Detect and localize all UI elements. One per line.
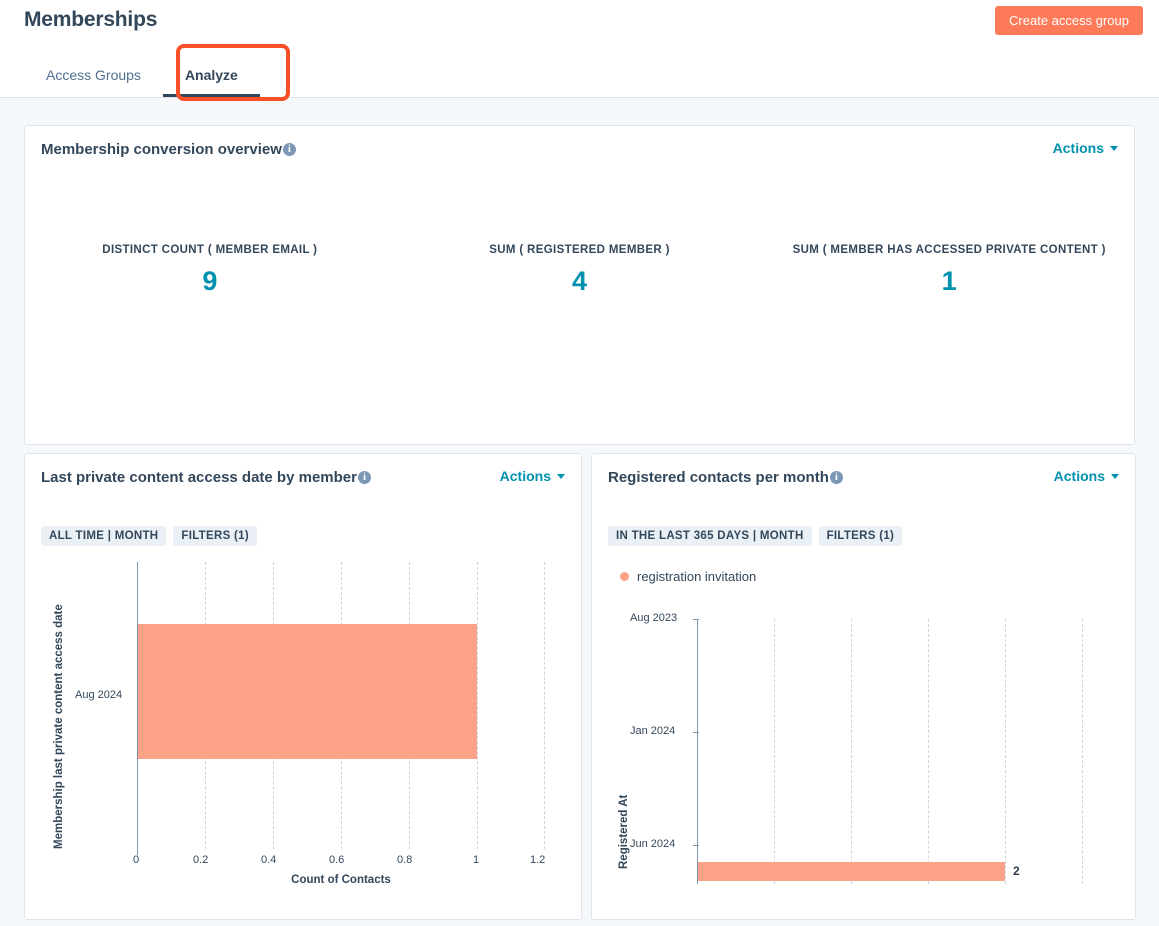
right-chart-y-tick-1: Jan 2024 (630, 725, 676, 737)
right-actions-dropdown[interactable]: Actions (1054, 468, 1119, 484)
left-actions-dropdown[interactable]: Actions (500, 468, 565, 484)
create-access-group-button[interactable]: Create access group (995, 6, 1143, 35)
left-card-title-text: Last private content access date by memb… (41, 469, 357, 486)
tab-analyze[interactable]: Analyze (162, 53, 260, 97)
legend-color-swatch (620, 572, 629, 581)
tickmark (693, 619, 699, 620)
gridline (1082, 619, 1083, 884)
right-chart-plot: 2 (693, 619, 1087, 884)
right-chart-y-tick-0: Aug 2023 (630, 612, 678, 624)
registered-contacts-per-month-card: Registered contacts per month i Actions … (591, 453, 1136, 920)
legend-label: registration invitation (637, 569, 757, 584)
chevron-down-icon (1110, 145, 1118, 151)
metric-label: SUM ( REGISTERED MEMBER ) (489, 244, 670, 256)
overview-card-title-text: Membership conversion overview (41, 141, 282, 158)
badge-date-range[interactable]: ALL TIME | MONTH (41, 526, 167, 546)
left-chart-x-tick-4: 0.8 (397, 854, 413, 866)
info-icon[interactable]: i (357, 471, 371, 484)
metrics-row: DISTINCT COUNT ( MEMBER EMAIL ) 9 SUM ( … (25, 244, 1134, 297)
badge-date-range[interactable]: IN THE LAST 365 DAYS | MONTH (608, 526, 812, 546)
info-icon[interactable]: i (282, 143, 296, 156)
page-header: Memberships Create access group Access G… (0, 0, 1159, 101)
left-chart-y-axis-title: Membership last private content access d… (53, 604, 65, 849)
bar-registration-invitation[interactable] (698, 862, 1005, 881)
metric-label: DISTINCT COUNT ( MEMBER EMAIL ) (102, 244, 318, 256)
metric-value: 9 (202, 266, 218, 296)
gridline (851, 619, 852, 884)
overview-card-title: Membership conversion overview i (41, 141, 296, 158)
right-card-title-text: Registered contacts per month (608, 469, 829, 486)
metric-label: SUM ( MEMBER HAS ACCESSED PRIVATE CONTEN… (792, 244, 1106, 256)
left-actions-label: Actions (499, 468, 551, 484)
bar-value-label: 2 (1013, 864, 1020, 878)
tab-bar: Access Groups Analyze (24, 53, 260, 97)
tickmark (693, 845, 699, 846)
left-filter-badges: ALL TIME | MONTH FILTERS (1) (41, 526, 258, 546)
right-actions-label: Actions (1053, 468, 1105, 484)
overview-actions-dropdown[interactable]: Actions (1053, 140, 1118, 156)
left-chart-x-tick-2: 0.4 (261, 854, 277, 866)
page-title: Memberships (24, 8, 158, 31)
overview-actions-label: Actions (1052, 140, 1104, 156)
metric-distinct-count-member-email: DISTINCT COUNT ( MEMBER EMAIL ) 9 (25, 244, 395, 297)
chevron-down-icon (1111, 473, 1119, 479)
right-chart: registration invitation Registered At 2 … (592, 554, 1135, 919)
left-chart-y-tick-label: Aug 2024 (75, 689, 123, 701)
left-chart-x-tick-5: 1 (473, 854, 480, 866)
last-private-content-access-date-card: Last private content access date by memb… (24, 453, 582, 920)
metric-value: 4 (571, 266, 588, 296)
left-chart-x-tick-6: 1.2 (530, 854, 546, 866)
gridline (928, 619, 929, 884)
left-chart-plot (137, 562, 545, 849)
chevron-down-icon (557, 473, 565, 479)
right-chart-y-tick-2: Jun 2024 (630, 838, 676, 850)
membership-conversion-overview-card: Membership conversion overview i Actions… (24, 125, 1135, 445)
left-chart-x-axis-title: Count of Contacts (291, 874, 391, 886)
memberships-analyze-page: Memberships Create access group Access G… (0, 0, 1159, 926)
left-chart-x-tick-1: 0.2 (193, 854, 209, 866)
gridline (1005, 619, 1006, 884)
right-chart-y-axis-title: Registered At (618, 794, 630, 869)
right-chart-legend[interactable]: registration invitation (620, 569, 756, 584)
badge-filters[interactable]: FILTERS (1) (818, 526, 903, 546)
tickmark (693, 732, 699, 733)
metric-sum-member-accessed-private-content: SUM ( MEMBER HAS ACCESSED PRIVATE CONTEN… (764, 244, 1134, 297)
left-chart-x-tick-0: 0 (133, 854, 140, 866)
gridline (477, 562, 478, 849)
right-card-title: Registered contacts per month i (608, 469, 843, 486)
left-chart-x-tick-3: 0.6 (329, 854, 345, 866)
metric-value: 1 (941, 266, 957, 296)
left-card-title: Last private content access date by memb… (41, 469, 371, 486)
gridline (774, 619, 775, 884)
gridline (544, 562, 545, 849)
tab-access-groups[interactable]: Access Groups (24, 53, 163, 97)
left-chart: Membership last private content access d… (25, 554, 581, 919)
right-filter-badges: IN THE LAST 365 DAYS | MONTH FILTERS (1) (608, 526, 903, 546)
badge-filters[interactable]: FILTERS (1) (173, 526, 258, 546)
bar-aug-2024[interactable] (138, 624, 477, 759)
metric-sum-registered-member: SUM ( REGISTERED MEMBER ) 4 (395, 244, 765, 297)
info-icon[interactable]: i (829, 471, 843, 484)
